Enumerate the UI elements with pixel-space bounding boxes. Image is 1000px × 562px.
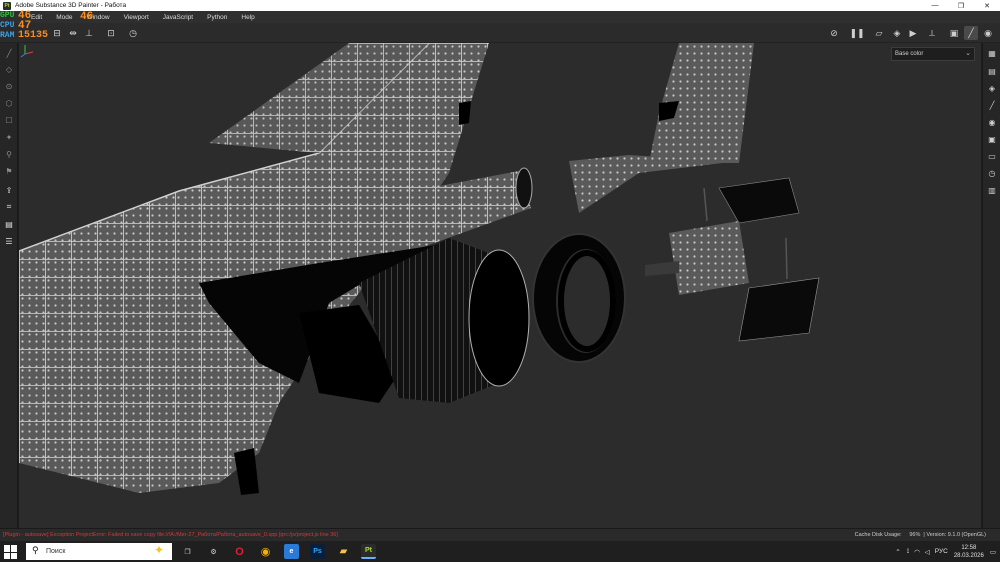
minimize-button[interactable]: —: [922, 0, 948, 11]
wing-pylon-mesh: [459, 101, 471, 125]
camera-icon[interactable]: ▣: [986, 133, 998, 145]
shelf-icon[interactable]: ▭: [986, 150, 998, 162]
viewport-scene: [19, 43, 820, 495]
status-error-message: [Plugin - autosave] Exception ProjectErr…: [3, 532, 338, 538]
3d-viewport[interactable]: Base color ⌄: [19, 43, 981, 528]
layer-icon[interactable]: ⌗: [3, 201, 15, 213]
language-indicator[interactable]: РУС: [935, 548, 948, 555]
search-icon: ⚲: [32, 545, 39, 555]
channel-dropdown[interactable]: Base color ⌄: [891, 47, 975, 61]
substance-painter-icon[interactable]: Pt: [361, 544, 376, 559]
box-3d-icon[interactable]: ▣: [947, 26, 961, 40]
axis-icon[interactable]: ⟂: [925, 26, 939, 40]
layers-panel-icon[interactable]: ▦: [986, 47, 998, 59]
perf-extra-temp: 46: [80, 11, 94, 23]
mirror-icon[interactable]: ⇹: [66, 26, 80, 40]
restore-icon: ❐: [957, 2, 965, 10]
history-icon[interactable]: ◷: [126, 26, 140, 40]
file-explorer-icon[interactable]: ▰: [336, 544, 351, 559]
screenshot-icon[interactable]: ◉: [981, 26, 995, 40]
restore-button[interactable]: ❐: [948, 0, 974, 11]
chrome-icon[interactable]: ◉: [258, 544, 273, 559]
status-bar: [Plugin - autosave] Exception ProjectErr…: [0, 528, 1000, 541]
bake-icon[interactable]: ⚑: [3, 165, 15, 177]
chevron-down-icon: ⌄: [965, 50, 971, 57]
channel-dropdown-value: Base color: [895, 51, 924, 57]
properties-icon[interactable]: ╱: [986, 99, 998, 111]
paint-brush-icon[interactable]: ╱: [3, 47, 15, 59]
menu-javascript[interactable]: JavaScript: [156, 14, 200, 21]
settings-icon[interactable]: ⚙: [206, 544, 221, 559]
opera-icon[interactable]: O: [232, 544, 247, 559]
wifi-icon[interactable]: ◠: [914, 548, 920, 556]
ram-label: RAM: [0, 31, 15, 40]
align-icon[interactable]: ⊥: [82, 26, 96, 40]
menu-viewport[interactable]: Viewport: [117, 14, 156, 21]
pause-icon[interactable]: ❚❚: [849, 26, 864, 40]
main-toolbar: ⊟ ⇹ ⊥ ⊡ ◷ ⊘ ❚❚ ▱ ◈ ▶ ⟂ ▣ ╱ ◉: [0, 23, 1000, 43]
clone-icon[interactable]: ✦: [3, 131, 15, 143]
cache-value: 96%: [909, 532, 921, 538]
menu-python[interactable]: Python: [200, 14, 234, 21]
tray-chevron-icon[interactable]: ⌃: [895, 548, 900, 556]
stack-icon[interactable]: ◈: [986, 82, 998, 94]
copilot-sparkle-icon: ✦: [153, 543, 164, 557]
left-tool-strip: ╱ ◇ ⊙ ⬡ ☐ ✦ ⚲ ⚑ ⇪ ⌗ ▤ ☰: [0, 43, 18, 528]
cache-label: Cache Disk Usage:: [854, 532, 902, 538]
mesh-icon[interactable]: ☰: [3, 235, 15, 247]
smudge-icon[interactable]: ☐: [3, 114, 15, 126]
version-info: | Version: 9.1.0 (OpenGL): [923, 532, 986, 538]
volume-icon[interactable]: ◁: [925, 548, 930, 556]
taskbar-search[interactable]: ⚲ Поиск ✦: [26, 543, 172, 560]
visibility-off-icon[interactable]: ⊘: [827, 26, 841, 40]
close-button[interactable]: ✕: [974, 0, 1000, 11]
notifications-icon[interactable]: ▭: [990, 548, 996, 556]
cube-icon[interactable]: ◈: [890, 26, 904, 40]
menu-bar: Edit Mode Window Viewport JavaScript Pyt…: [0, 11, 1000, 23]
material-picker-icon[interactable]: ⚲: [3, 148, 15, 160]
network-icon[interactable]: ⟟: [907, 548, 909, 556]
windows-taskbar: ⚲ Поиск ✦ ❐ ⚙ O ◉ e Ps ▰ Pt ⌃ ⟟ ◠ ◁ РУС …: [0, 541, 1000, 562]
history-panel-icon[interactable]: ◷: [986, 167, 998, 179]
task-view-icon[interactable]: ❐: [180, 544, 195, 559]
airbrake-panels-mesh: [645, 177, 820, 342]
log-icon[interactable]: ▥: [986, 184, 998, 196]
start-button[interactable]: [4, 545, 18, 559]
menu-help[interactable]: Help: [234, 14, 261, 21]
performance-overlay: GPU 46 CPU 47 RAM 15135: [0, 11, 60, 45]
camera-video-icon[interactable]: ▶: [906, 26, 920, 40]
ram-usage: 15135: [18, 30, 49, 41]
eraser-icon[interactable]: ◇: [3, 63, 15, 75]
right-dock: ▦ ▤ ◈ ╱ ◉ ▣ ▭ ◷ ▥: [982, 43, 1000, 528]
projection-icon[interactable]: ⊙: [3, 80, 15, 92]
clock-date: 28.03.2026: [953, 552, 984, 559]
close-icon: ✕: [984, 2, 990, 10]
cpu-label: CPU: [0, 21, 15, 30]
geometry-mask-icon[interactable]: ⬡: [3, 97, 15, 109]
window-title-bar: Pt Adobe Substance 3D Painter - Работа —…: [0, 0, 1000, 11]
axis-gizmo-icon: [20, 45, 34, 58]
edge-icon[interactable]: e: [284, 544, 299, 559]
photoshop-icon[interactable]: Ps: [310, 544, 325, 559]
system-tray: ⌃ ⟟ ◠ ◁ РУС 12:58 28.03.2026 ▭: [895, 544, 996, 559]
display-icon[interactable]: ◉: [986, 116, 998, 128]
status-info: Cache Disk Usage: 96% | Version: 9.1.0 (…: [855, 532, 986, 538]
document-icon[interactable]: ▤: [3, 218, 15, 230]
app-logo-icon: Pt: [3, 1, 11, 10]
clock[interactable]: 12:58 28.03.2026: [954, 544, 984, 560]
afterburner-ring-mesh: [532, 233, 626, 363]
folder-icon[interactable]: ▱: [872, 26, 886, 40]
gpu-label: GPU: [0, 11, 15, 20]
clock-time: 12:58: [961, 544, 977, 551]
search-placeholder: Поиск: [46, 548, 66, 555]
export-icon[interactable]: ⇪: [3, 184, 15, 196]
minimize-icon: —: [931, 2, 939, 9]
frame-icon[interactable]: ⊡: [104, 26, 118, 40]
brush-icon[interactable]: ╱: [964, 26, 978, 40]
window-title: Adobe Substance 3D Painter - Работа: [15, 2, 127, 9]
texture-set-icon[interactable]: ▤: [986, 65, 998, 77]
